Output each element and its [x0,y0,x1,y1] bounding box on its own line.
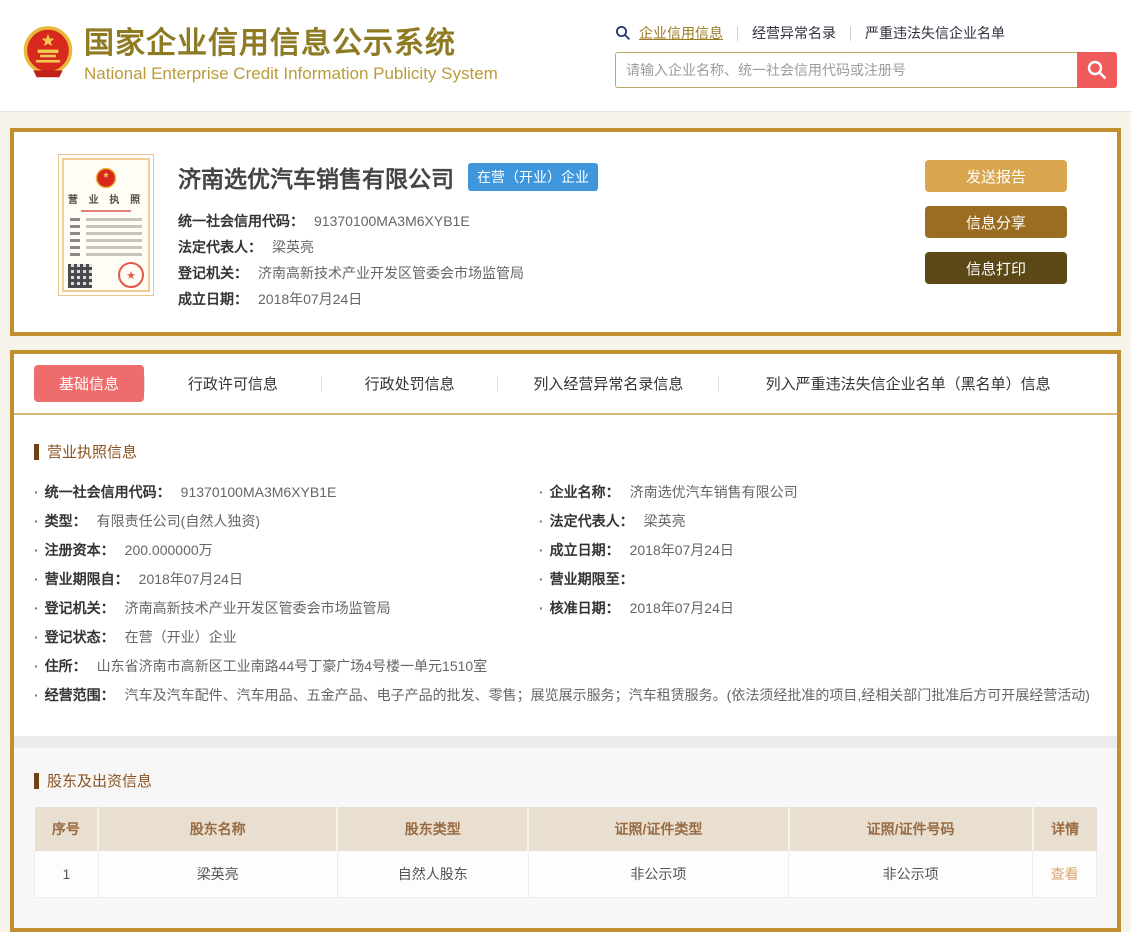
license-text-line [70,239,142,242]
col-header-certificate-type: 证照/证件类型 [527,807,789,851]
top-nav: 企业信用信息 经营异常名录 严重违法失信企业名单 [615,23,1117,43]
nav-abnormal-operations-list[interactable]: 经营异常名录 [752,23,836,43]
license-title: 营 业 执 照 [67,195,145,206]
license-text-line [70,232,142,235]
tab-bar: 基础信息 行政许可信息 行政处罚信息 列入经营异常名录信息 列入严重违法失信企业… [14,354,1117,415]
search-button-icon [1086,59,1108,81]
shareholders-table-header-row: 序号 股东名称 股东类型 证照/证件类型 证照/证件号码 详情 [34,807,1097,851]
nav-divider [737,25,738,41]
section-title-bar [34,772,39,789]
national-emblem-logo [22,25,74,86]
col-header-shareholder-type: 股东类型 [336,807,529,851]
field-legal-rep: 法定代表人：梁英亮 [539,507,1097,536]
field-registration-authority: 登记机关：济南高新技术产业开发区管委会市场监管局 [34,594,539,623]
site-header: 国家企业信用信息公示系统 National Enterprise Credit … [0,0,1131,112]
col-header-index: 序号 [34,807,99,851]
section-title-shareholders: 股东及出资信息 [34,770,1097,791]
detail-panel: 基础信息 行政许可信息 行政处罚信息 列入经营异常名录信息 列入严重违法失信企业… [10,350,1121,932]
cell-shareholder-name: 梁英亮 [97,851,338,898]
business-license-thumbnail[interactable]: 营 业 执 照 ★ [58,154,154,296]
license-qr-code [68,264,92,288]
nav-serious-violation-list[interactable]: 严重违法失信企业名单 [865,23,1005,43]
license-text-line [70,225,142,228]
col-header-detail: 详情 [1031,807,1097,851]
company-status-badge: 在营（开业）企业 [468,163,598,191]
section-title-bar [34,443,39,460]
company-field-credit-code: 统一社会信用代码： 91370100MA3M6XYB1E [178,213,470,229]
field-address: 住所：山东省济南市高新区工业南路44号丁豪广场4号楼一单元1510室 [34,652,1097,681]
search-icon [615,25,631,41]
field-registered-capital: 注册资本：200.000000万 [34,536,539,565]
col-header-shareholder-name: 股东名称 [97,807,338,851]
field-company-type: 类型：有限责任公司(自然人独资) [34,507,539,536]
search-input[interactable] [615,52,1077,88]
cell-index: 1 [34,851,99,898]
shareholders-section: 股东及出资信息 序号 股东名称 股东类型 证照/证件类型 证照/证件号码 详情 … [14,736,1117,928]
send-report-button[interactable]: 发送报告 [925,160,1067,192]
license-text-line [70,246,142,249]
field-establish-date: 成立日期：2018年07月24日 [539,536,1097,565]
print-info-button[interactable]: 信息打印 [925,252,1067,284]
license-text-line [70,218,142,221]
nav-enterprise-credit-info[interactable]: 企业信用信息 [639,23,723,43]
field-term-to: 营业期限至： [539,565,1097,594]
company-field-establish-date: 成立日期： 2018年07月24日 [178,291,363,307]
nav-divider [850,25,851,41]
tab-serious-violation-blacklist[interactable]: 列入严重违法失信企业名单（黑名单）信息 [719,373,1097,394]
company-summary-card: 营 业 执 照 ★ 济南选优汽车销售有限公司 在营（开业）企业 统一社会信用代码… [10,128,1121,336]
company-field-legal-rep: 法定代表人： 梁英亮 [178,239,314,255]
company-name: 济南选优汽车销售有限公司 [178,166,454,192]
tab-basic-info[interactable]: 基础信息 [34,365,145,402]
cell-certificate-type: 非公示项 [527,851,790,898]
search-button[interactable] [1077,52,1117,88]
tab-administrative-license[interactable]: 行政许可信息 [145,373,321,394]
tab-abnormal-operations[interactable]: 列入经营异常名录信息 [498,373,718,394]
license-red-line [81,210,131,212]
cell-certificate-number: 非公示项 [787,851,1034,898]
view-detail-link[interactable]: 查看 [1051,866,1079,882]
site-subtitle: National Enterprise Credit Information P… [84,64,498,83]
field-business-scope: 经营范围：汽车及汽车配件、汽车用品、五金产品、电子产品的批发、零售；展览展示服务… [34,681,1097,710]
cell-shareholder-type: 自然人股东 [336,851,529,898]
search-bar [615,52,1117,88]
license-emblem-icon [95,167,117,189]
field-term-from: 营业期限自：2018年07月24日 [34,565,539,594]
share-info-button[interactable]: 信息分享 [925,206,1067,238]
field-company-name: 企业名称：济南选优汽车销售有限公司 [539,478,1097,507]
field-approval-date: 核准日期：2018年07月24日 [539,594,1097,623]
field-registration-status: 登记状态：在营（开业）企业 [34,623,539,652]
table-row: 1 梁英亮 自然人股东 非公示项 非公示项 查看 [34,851,1097,898]
license-red-seal: ★ [118,262,144,288]
license-text-line [70,253,142,256]
company-field-registration-authority: 登记机关： 济南高新技术产业开发区管委会市场监管局 [178,265,524,281]
field-credit-code: 统一社会信用代码：91370100MA3M6XYB1E [34,478,539,507]
col-header-certificate-number: 证照/证件号码 [787,807,1033,851]
business-license-info-section: 营业执照信息 统一社会信用代码：91370100MA3M6XYB1E 类型：有限… [14,415,1117,736]
section-title-license-info: 营业执照信息 [34,441,1097,462]
tab-administrative-penalty[interactable]: 行政处罚信息 [322,373,498,394]
site-title: 国家企业信用信息公示系统 [84,27,456,60]
